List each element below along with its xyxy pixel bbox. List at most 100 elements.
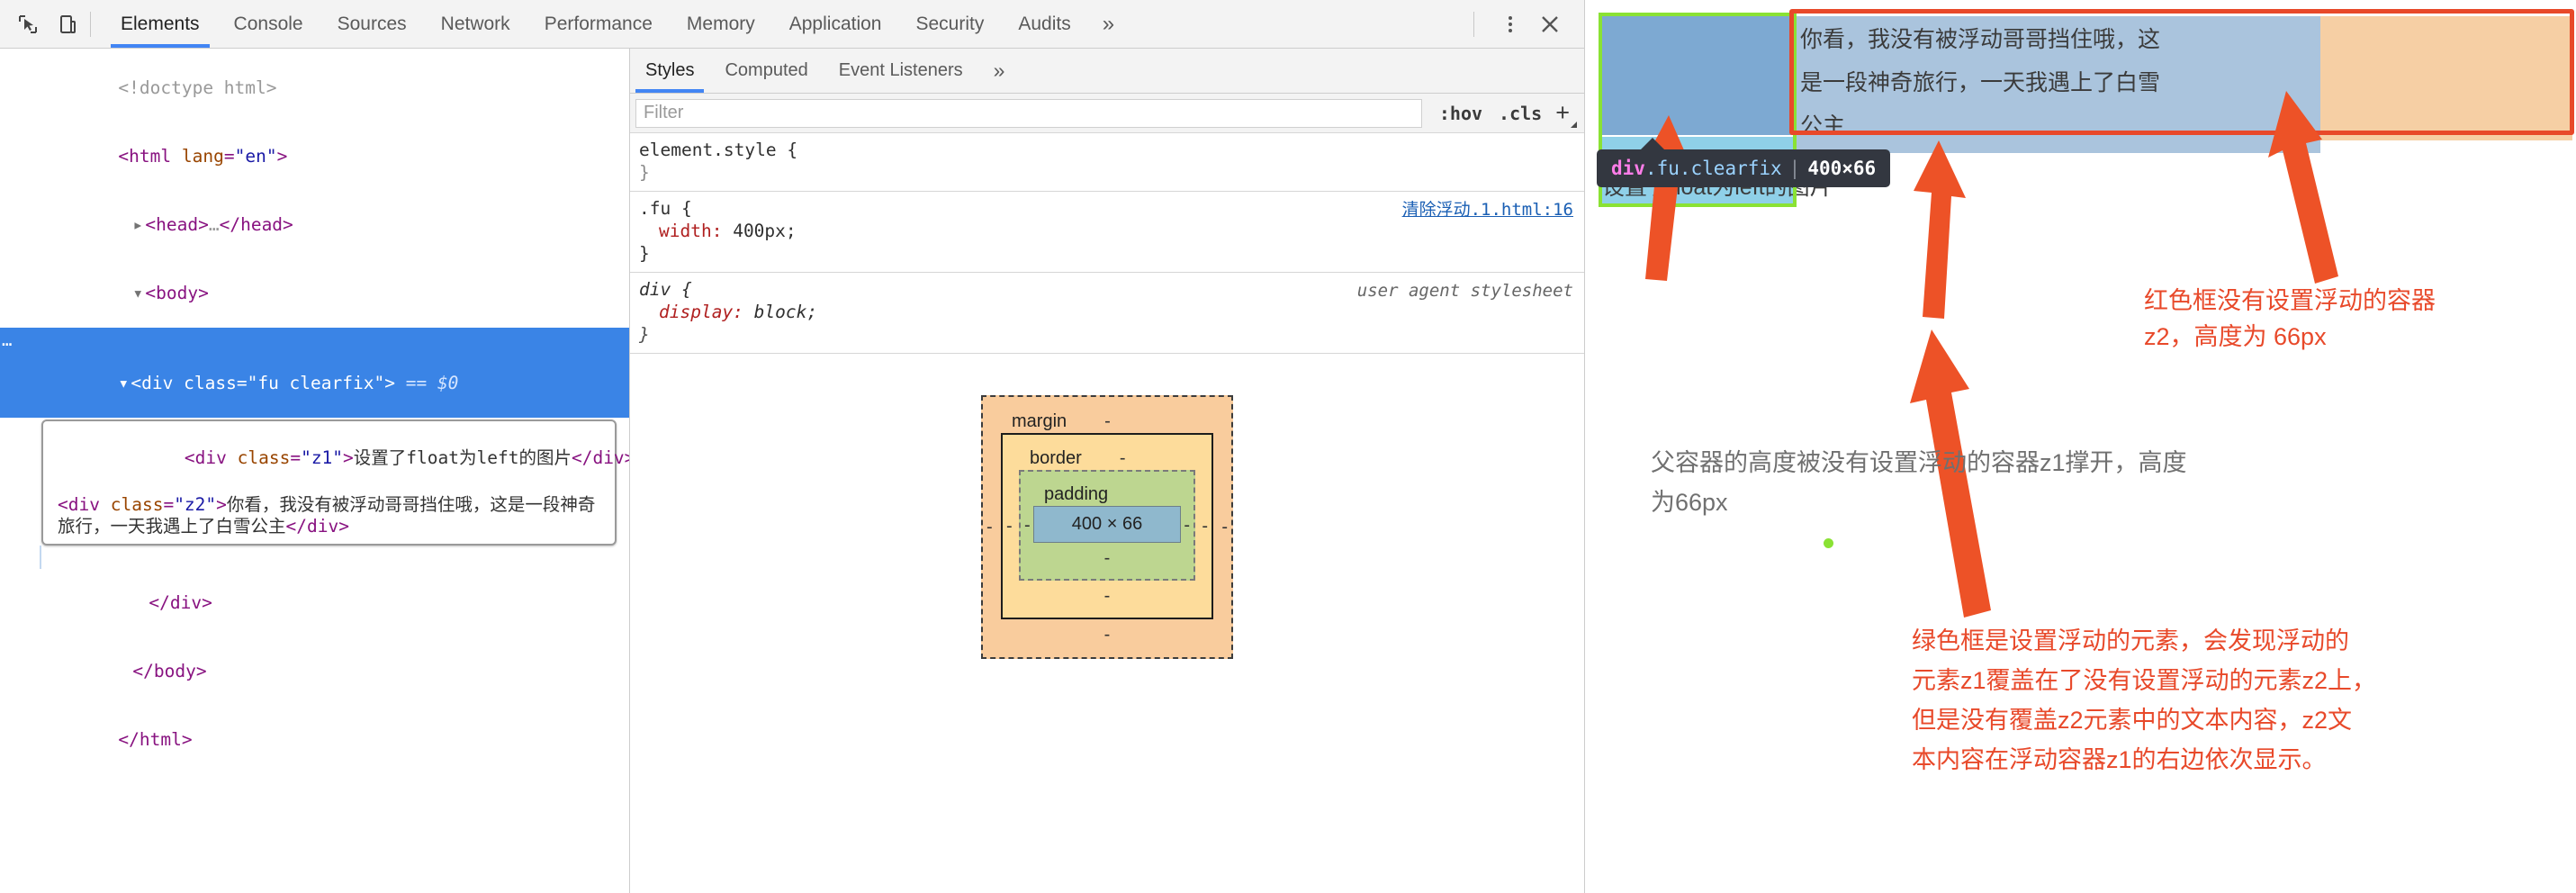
dom-line-z2[interactable]: <div class="z2">你看，我没有被浮动哥哥挡住哦，这是一段神奇旅行，…: [50, 492, 608, 539]
margin-header-row: margin -: [1001, 410, 1213, 433]
styles-more-tabs-chevron-icon[interactable]: »: [978, 49, 1021, 93]
tab-application-label: Application: [788, 13, 882, 34]
declaration-value: block;: [753, 302, 818, 322]
z2-element-text: 你看，我没有被浮动哥哥挡住哦，这是一段神奇旅行，一天我遇上了白雪公主: [1800, 27, 2161, 139]
padding-left-value[interactable]: -: [1024, 515, 1031, 536]
dom-line-html-close[interactable]: </html>: [0, 706, 629, 774]
dom-line-selected-fu[interactable]: … ▾ <div class="fu clearfix"> == $0: [0, 328, 629, 418]
green-marker-dot: [1824, 538, 1833, 548]
rule-close-brace: }: [639, 243, 650, 264]
padding-right-value[interactable]: -: [1184, 515, 1190, 536]
dom-line-html-open[interactable]: <html lang="en">: [0, 122, 629, 191]
annotation-red-bottom: 绿色框是设置浮动的元素，会发现浮动的 元素z1覆盖在了没有设置浮动的元素z2上，…: [1912, 627, 2377, 773]
dom-line-body-close[interactable]: </body>: [0, 637, 629, 706]
dom-line-head[interactable]: ▸ <head>…</head>: [0, 191, 629, 259]
tab-computed-label: Computed: [725, 60, 808, 80]
more-tabs-label: »: [1102, 11, 1115, 36]
tab-performance[interactable]: Performance: [527, 0, 670, 48]
expand-triangle-icon[interactable]: ▸: [132, 214, 145, 236]
tab-event-listeners-label: Event Listeners: [838, 60, 963, 80]
border-top-value[interactable]: -: [1120, 448, 1126, 469]
filter-input[interactable]: [635, 98, 1422, 128]
tab-audits-label: Audits: [1018, 13, 1071, 34]
declaration-property: display:: [659, 302, 743, 322]
collapse-triangle-icon[interactable]: ▾: [118, 373, 131, 394]
styles-filter-bar: :hov .cls +: [630, 94, 1584, 133]
margin-right-value[interactable]: -: [1221, 517, 1228, 537]
box-model-diagram: margin - - - border - - - padding - - 40…: [630, 354, 1584, 659]
tab-network[interactable]: Network: [424, 0, 527, 48]
kebab-menu-icon[interactable]: [1492, 6, 1528, 42]
dom-line-body-open[interactable]: ▾ <body>: [0, 259, 629, 328]
declaration-row[interactable]: width: 400px;: [639, 220, 1575, 242]
rule-element-style[interactable]: element.style { }: [630, 133, 1584, 192]
collapse-triangle-icon[interactable]: ▾: [132, 283, 145, 304]
tab-sources[interactable]: Sources: [320, 0, 424, 48]
border-header-row: border -: [1019, 446, 1195, 470]
tooltip-separator: |: [1788, 158, 1801, 179]
tab-sources-label: Sources: [337, 13, 407, 34]
tab-memory[interactable]: Memory: [670, 0, 772, 48]
tab-application[interactable]: Application: [772, 0, 899, 48]
tab-event-listeners[interactable]: Event Listeners: [824, 49, 978, 93]
dom-line-z1[interactable]: <div class="z1">设置了float为left的图片</div>: [50, 424, 629, 492]
rule-fu[interactable]: 清除浮动.1.html:16 .fu { width: 400px; }: [630, 192, 1584, 273]
device-toolbar-icon[interactable]: [54, 11, 81, 38]
toolbar-icon-group: [0, 11, 81, 38]
hov-label: :hov: [1438, 102, 1483, 124]
tab-computed[interactable]: Computed: [709, 49, 823, 93]
tab-memory-label: Memory: [686, 13, 755, 34]
dom-line-doctype[interactable]: <!doctype html>: [0, 54, 629, 122]
annotation-grey-middle: 父容器的高度被没有设置浮动的容器z1撑开，高度 为66px: [1651, 449, 2187, 516]
tooltip-tag-name: div: [1611, 158, 1645, 179]
tab-styles[interactable]: Styles: [630, 49, 709, 93]
rule-div-user-agent[interactable]: user agent stylesheet div { display: blo…: [630, 273, 1584, 354]
element-inspector-tooltip: div.fu.clearfix | 400×66: [1597, 138, 1891, 187]
plus-label: +: [1555, 99, 1570, 126]
padding-bottom-value[interactable]: -: [1033, 543, 1181, 568]
box-model-content-size[interactable]: 400 × 66: [1033, 506, 1181, 543]
margin-label: margin: [1012, 410, 1067, 431]
div-close-text: </div>: [149, 592, 212, 613]
margin-bottom-value[interactable]: -: [1001, 619, 1213, 645]
inspect-element-icon[interactable]: [14, 11, 41, 38]
dom-tree: <!doctype html> <html lang="en"> ▸ <head>…: [0, 49, 629, 774]
close-icon[interactable]: [1532, 6, 1568, 42]
tab-network-label: Network: [440, 13, 510, 34]
child-nodes-highlight-box: <div class="z1">设置了float为left的图片</div> <…: [41, 419, 629, 546]
box-model-margin[interactable]: margin - - - border - - - padding - - 40…: [981, 395, 1233, 659]
border-left-value[interactable]: -: [1006, 516, 1013, 537]
arrow-to-fu-container: [1642, 115, 1694, 281]
page-viewport: 设置了float为left的图片 你看，我没有被浮动哥哥挡住哦，这是一段神奇旅行…: [1586, 2, 2576, 218]
hov-toggle-button[interactable]: :hov: [1431, 103, 1491, 124]
tab-console[interactable]: Console: [217, 0, 320, 48]
box-model-border[interactable]: border - - - padding - - 400 × 66 - -: [1001, 433, 1213, 619]
tab-audits[interactable]: Audits: [1001, 0, 1087, 48]
indent-guide: [40, 546, 41, 569]
styles-pane: Styles Computed Event Listeners » :hov .…: [630, 49, 1584, 893]
toolbar-divider: [90, 11, 91, 37]
dom-line-div-close[interactable]: </div>: [0, 546, 629, 637]
border-bottom-value[interactable]: -: [1019, 581, 1195, 606]
box-model-padding[interactable]: padding - - 400 × 66 -: [1019, 470, 1195, 581]
annotation-red-top: 红色框没有设置浮动的容器 z2，高度为 66px: [2144, 287, 2436, 350]
margin-top-value[interactable]: -: [1104, 411, 1111, 432]
rule-close-brace: }: [639, 324, 650, 345]
margin-left-value[interactable]: -: [986, 517, 993, 537]
new-style-rule-button[interactable]: +: [1550, 99, 1579, 128]
padding-header-row: padding: [1033, 483, 1181, 506]
rule-close-brace: }: [639, 162, 650, 183]
tab-elements[interactable]: Elements: [104, 0, 217, 48]
toolbar-right-divider: [1473, 11, 1474, 37]
more-tabs-chevron-icon[interactable]: »: [1088, 0, 1129, 48]
tab-security[interactable]: Security: [898, 0, 1001, 48]
rule-source-link[interactable]: 清除浮动.1.html:16: [1402, 199, 1573, 221]
devtools-window: Elements Console Sources Network Perform…: [0, 0, 1585, 893]
cls-toggle-button[interactable]: .cls: [1491, 103, 1550, 124]
cls-label: .cls: [1499, 102, 1543, 124]
styles-tab-strip: Styles Computed Event Listeners »: [630, 49, 1584, 94]
declaration-value[interactable]: 400px;: [733, 221, 796, 241]
rule-source-label: user agent stylesheet: [1356, 281, 1573, 301]
selected-node-marker: == $0: [405, 373, 459, 393]
border-right-value[interactable]: -: [1202, 516, 1208, 537]
